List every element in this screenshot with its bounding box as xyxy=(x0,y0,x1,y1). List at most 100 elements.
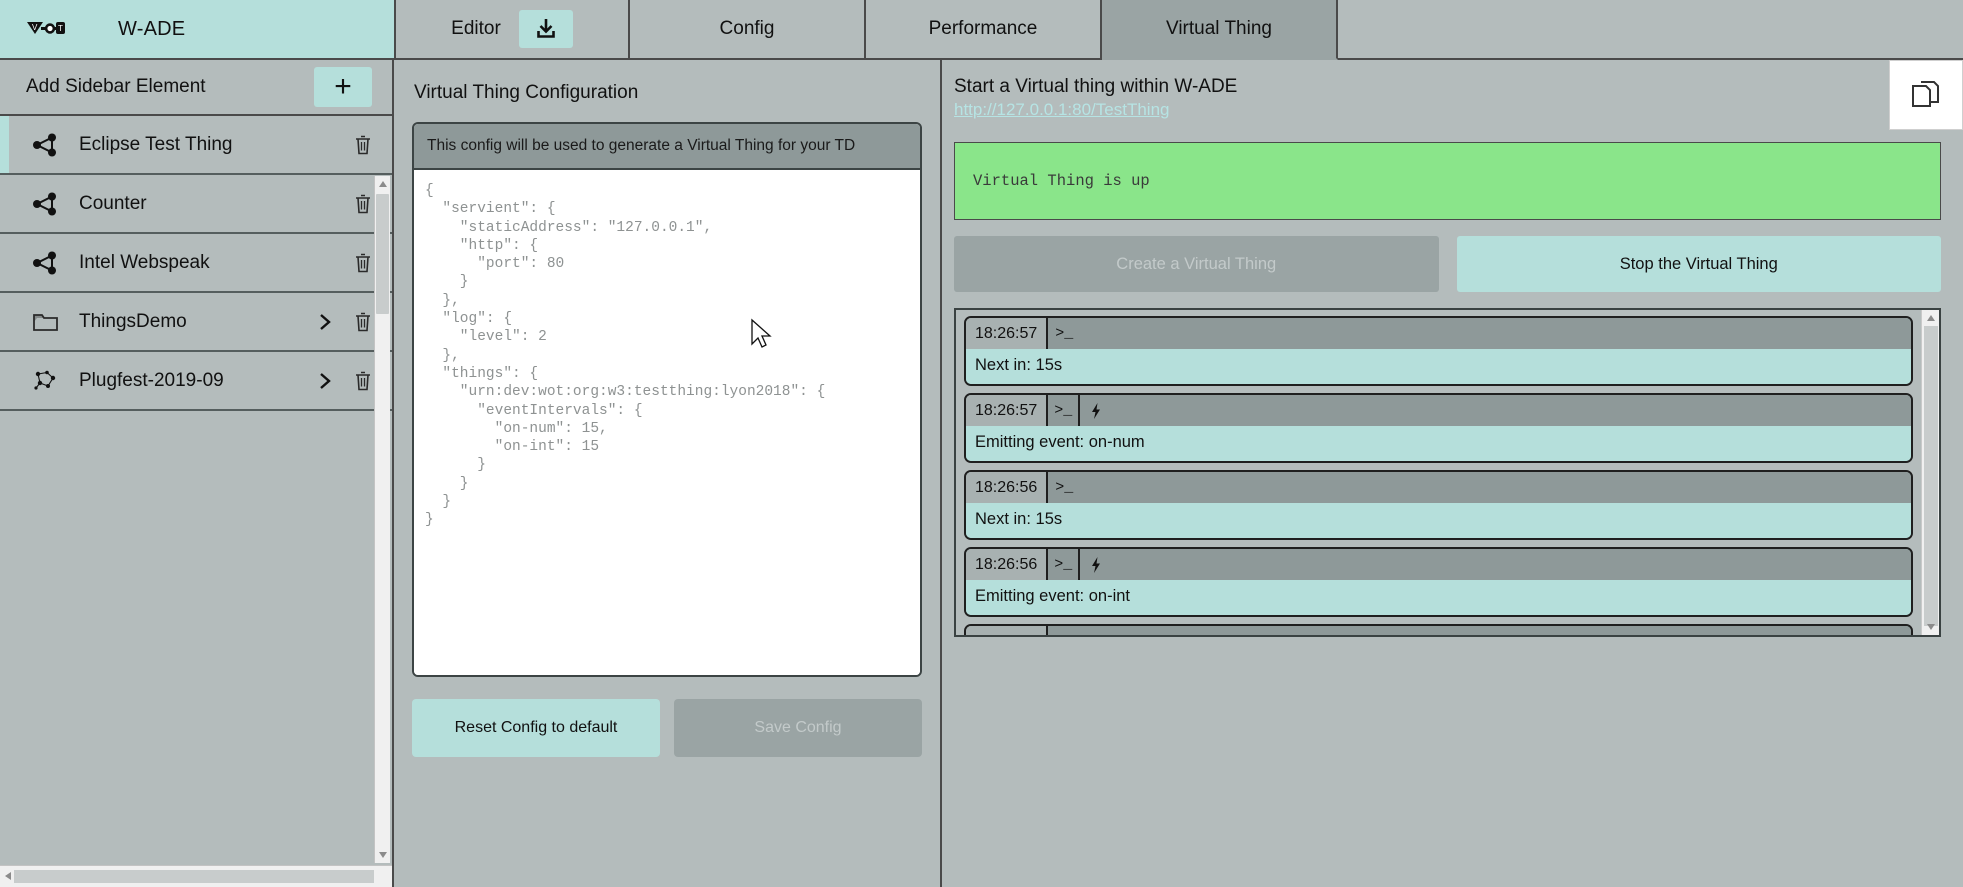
sidebar-horizontal-scrollbar[interactable] xyxy=(0,865,392,887)
sidebar-item-plugfest-2019-09[interactable]: Plugfest-2019-09 xyxy=(0,352,392,411)
config-editor-box: This config will be used to generate a V… xyxy=(412,122,922,677)
scroll-up-arrow-icon[interactable] xyxy=(377,178,389,190)
config-editor-header: This config will be used to generate a V… xyxy=(414,124,920,170)
create-virtual-thing-button[interactable]: Create a Virtual Thing xyxy=(954,236,1439,292)
tab-editor[interactable]: Editor xyxy=(394,0,630,60)
tab-config[interactable]: Config xyxy=(630,0,866,60)
log-scroll-thumb[interactable] xyxy=(1924,326,1938,626)
add-sidebar-element-button[interactable]: + xyxy=(314,67,372,107)
tab-editor-label: Editor xyxy=(451,18,501,39)
log-timestamp: 18:26:56 xyxy=(966,472,1049,503)
log-message: Emitting event: on-num xyxy=(966,426,1911,461)
save-config-button[interactable]: Save Config xyxy=(674,699,922,757)
chevron-right-icon[interactable] xyxy=(312,310,338,334)
folder-icon xyxy=(23,310,69,334)
status-banner: Virtual Thing is up xyxy=(954,142,1941,220)
wot-logo-icon: V T xyxy=(26,17,66,41)
log-console: 18:26:57 >_ Next in: 15s 18:26:57 >_ Emi… xyxy=(954,308,1941,637)
svg-text:V: V xyxy=(32,23,38,32)
sidebar-header: Add Sidebar Element + xyxy=(0,60,392,116)
log-message: Next in: 15s xyxy=(966,349,1911,384)
log-entry: 18:26:56 >_ Emitting event: on-int xyxy=(964,547,1913,617)
app-title: W-ADE xyxy=(118,17,186,40)
virtual-thing-runtime-panel: Start a Virtual thing within W-ADE http:… xyxy=(942,60,1963,887)
log-timestamp: 18:26:57 xyxy=(966,395,1049,426)
brand-area: V T W-ADE xyxy=(0,0,394,60)
svg-text:T: T xyxy=(58,24,63,33)
sidebar-item-label: Counter xyxy=(79,192,147,214)
top-bar: V T W-ADE Editor Config Performance Virt… xyxy=(0,0,1963,60)
terminal-prompt-icon: >_ xyxy=(1055,479,1074,496)
sidebar-item-label: Intel Webspeak xyxy=(79,251,210,273)
terminal-prompt-icon: >_ xyxy=(1048,395,1081,426)
config-json-textarea[interactable]: { "servient": { "staticAddress": "127.0.… xyxy=(414,170,920,675)
reset-config-button[interactable]: Reset Config to default xyxy=(412,699,660,757)
thing-share-icon xyxy=(23,192,69,216)
log-entry-header: 18:26:56 >_ xyxy=(966,549,1911,580)
stop-virtual-thing-button[interactable]: Stop the Virtual Thing xyxy=(1456,236,1941,292)
lightning-icon xyxy=(1080,395,1112,426)
tab-virtual-thing-label: Virtual Thing xyxy=(1166,18,1272,39)
virtual-thing-actions: Create a Virtual Thing Stop the Virtual … xyxy=(954,236,1941,292)
tab-bar-filler xyxy=(1338,0,1963,60)
sidebar-list: Eclipse Test Thing Counter Intel Webspea… xyxy=(0,116,392,887)
scroll-up-arrow-icon[interactable] xyxy=(1925,311,1937,325)
lightning-icon xyxy=(1080,549,1112,580)
tab-performance[interactable]: Performance xyxy=(866,0,1102,60)
app-root: V T W-ADE Editor Config Performance Virt… xyxy=(0,0,1963,887)
config-actions: Reset Config to default Save Config xyxy=(412,699,922,757)
scroll-left-arrow-icon[interactable] xyxy=(3,868,13,886)
log-timestamp: 18:26:56 xyxy=(966,549,1049,580)
log-entry: 18:26:42 >_ Next in: 15s xyxy=(964,624,1913,635)
sidebar-hscroll-thumb[interactable] xyxy=(14,870,374,883)
log-message: Next in: 15s xyxy=(966,503,1911,538)
sidebar-scroll-thumb[interactable] xyxy=(376,194,389,314)
selection-indicator xyxy=(0,234,9,291)
selection-indicator xyxy=(0,293,9,350)
sidebar-item-label: Eclipse Test Thing xyxy=(79,133,233,155)
selection-indicator xyxy=(0,116,9,173)
copy-icon[interactable] xyxy=(1889,60,1963,130)
log-entry: 18:26:57 >_ Next in: 15s xyxy=(964,316,1913,386)
sidebar-item-thingsdemo[interactable]: ThingsDemo xyxy=(0,293,392,352)
terminal-prompt-icon: >_ xyxy=(1048,549,1081,580)
tab-performance-label: Performance xyxy=(928,18,1038,39)
sidebar-item-label: ThingsDemo xyxy=(79,310,187,332)
sidebar: Add Sidebar Element + Eclipse Test Thing… xyxy=(0,60,394,887)
log-entry-header: 18:26:57 >_ xyxy=(966,318,1911,349)
virtual-thing-url-link[interactable]: http://127.0.0.1:80/TestThing xyxy=(954,100,1169,120)
log-entry-header: 18:26:42 >_ xyxy=(966,626,1911,635)
main-body: Add Sidebar Element + Eclipse Test Thing… xyxy=(0,60,1963,887)
sidebar-item-label: Plugfest-2019-09 xyxy=(79,369,224,391)
selection-indicator xyxy=(0,352,9,409)
sidebar-vertical-scrollbar[interactable] xyxy=(374,176,390,863)
add-sidebar-element-label: Add Sidebar Element xyxy=(26,76,206,97)
log-timestamp: 18:26:42 xyxy=(966,626,1049,635)
selection-indicator xyxy=(0,175,9,232)
sidebar-item-eclipse-test-thing[interactable]: Eclipse Test Thing xyxy=(0,116,392,175)
trash-icon[interactable] xyxy=(346,134,380,156)
thing-share-icon xyxy=(23,251,69,275)
tab-config-label: Config xyxy=(719,18,775,39)
panel-title: Virtual Thing Configuration xyxy=(414,82,639,103)
chevron-right-icon[interactable] xyxy=(312,369,338,393)
log-vertical-scrollbar[interactable] xyxy=(1921,310,1939,635)
terminal-prompt-icon: >_ xyxy=(1055,325,1074,342)
log-entry: 18:26:56 >_ Next in: 15s xyxy=(964,470,1913,540)
runtime-title: Start a Virtual thing within W-ADE xyxy=(954,76,1238,97)
log-message: Emitting event: on-int xyxy=(966,580,1911,615)
status-text: Virtual Thing is up xyxy=(973,172,1150,190)
log-entry: 18:26:57 >_ Emitting event: on-num xyxy=(964,393,1913,463)
log-timestamp: 18:26:57 xyxy=(966,318,1049,349)
log-entry-header: 18:26:57 >_ xyxy=(966,395,1911,426)
scroll-down-arrow-icon[interactable] xyxy=(1925,620,1937,634)
log-entry-header: 18:26:56 >_ xyxy=(966,472,1911,503)
download-icon[interactable] xyxy=(518,10,573,48)
terminal-prompt-icon: >_ xyxy=(1048,626,1080,635)
tab-virtual-thing[interactable]: Virtual Thing xyxy=(1102,0,1338,60)
sidebar-item-counter[interactable]: Counter xyxy=(0,175,392,234)
sidebar-item-intel-webspeak[interactable]: Intel Webspeak xyxy=(0,234,392,293)
network-nodes-icon xyxy=(23,369,69,393)
thing-share-icon xyxy=(23,133,69,157)
scroll-down-arrow-icon[interactable] xyxy=(377,849,389,861)
